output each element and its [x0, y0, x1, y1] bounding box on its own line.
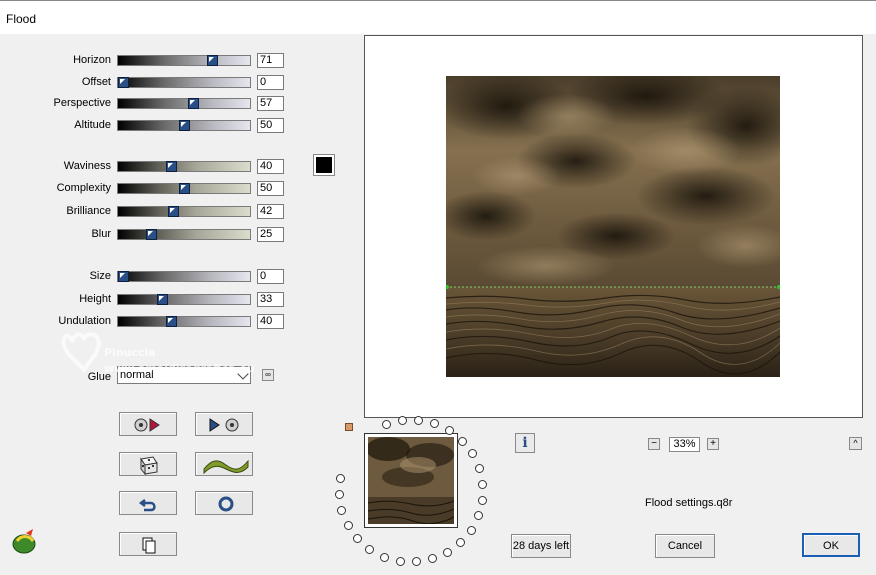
copy-button[interactable]	[119, 532, 177, 556]
dial-dot[interactable]	[379, 552, 389, 562]
dial-dot[interactable]	[466, 525, 476, 535]
undo-button[interactable]	[119, 491, 177, 515]
waviness-value-field[interactable]: 40	[257, 159, 284, 174]
horizon-slider[interactable]	[117, 55, 251, 66]
altitude-slider[interactable]	[117, 120, 251, 131]
wave-icon	[203, 459, 249, 475]
complexity-slider-thumb[interactable]	[179, 183, 190, 194]
perspective-label: Perspective	[53, 97, 111, 109]
complexity-label: Complexity	[56, 182, 111, 194]
random-button[interactable]	[119, 452, 177, 476]
zoom-level: 33%	[669, 437, 700, 452]
offset-value-field[interactable]: 0	[257, 75, 284, 90]
height-label: Height	[79, 293, 111, 305]
altitude-label: Altitude	[74, 119, 111, 131]
horizon-slider-thumb[interactable]	[207, 55, 218, 66]
dice-icon	[140, 456, 158, 476]
reset-button[interactable]	[195, 491, 253, 515]
horizon-label: Horizon	[73, 54, 111, 66]
complexity-slider[interactable]	[117, 183, 251, 194]
color-swatch[interactable]	[313, 154, 335, 176]
watermark: Pinuccia www.amaidiregrafica.eu	[61, 332, 255, 375]
height-slider[interactable]	[117, 294, 251, 305]
brilliance-label: Brilliance	[66, 205, 111, 217]
dial-dot[interactable]	[467, 449, 477, 459]
perspective-slider[interactable]	[117, 98, 251, 109]
waviness-slider-thumb[interactable]	[166, 161, 177, 172]
dial-dot[interactable]	[395, 556, 405, 566]
app-logo-icon	[12, 529, 36, 554]
dial-dot[interactable]	[397, 416, 407, 425]
circle-reset-icon	[218, 496, 234, 512]
offset-slider[interactable]	[117, 77, 251, 88]
trial-days-button[interactable]: 28 days left	[511, 534, 571, 558]
dial-dot[interactable]	[343, 521, 353, 531]
size-value-field[interactable]: 0	[257, 269, 284, 284]
dial-dot[interactable]	[457, 436, 467, 446]
size-slider[interactable]	[117, 271, 251, 282]
height-slider-thumb[interactable]	[157, 294, 168, 305]
perspective-slider-thumb[interactable]	[188, 98, 199, 109]
copy-pages-icon	[142, 537, 156, 554]
dial-dot[interactable]	[334, 490, 344, 500]
dial-dot[interactable]	[474, 463, 484, 473]
blur-slider[interactable]	[117, 229, 251, 240]
navigator-anchor[interactable]	[345, 423, 353, 431]
watermark-name: Pinuccia	[104, 346, 156, 359]
blur-value-field[interactable]: 25	[257, 227, 284, 242]
horizon-value-field[interactable]: 71	[257, 53, 284, 68]
dial-dot[interactable]	[456, 538, 465, 547]
waviness-slider[interactable]	[117, 161, 251, 172]
cancel-button[interactable]: Cancel	[655, 534, 715, 558]
altitude-slider-thumb[interactable]	[179, 120, 190, 131]
brilliance-slider-thumb[interactable]	[168, 206, 179, 217]
height-value-field[interactable]: 33	[257, 292, 284, 307]
window-title: Flood	[6, 12, 37, 26]
dial-dot[interactable]	[414, 415, 424, 425]
watermark-url: www.amaidiregrafica.eu	[104, 362, 255, 375]
chevron-up-icon[interactable]: ^	[849, 437, 862, 450]
play-film-reel-icon	[209, 418, 239, 432]
offset-slider-thumb[interactable]	[118, 77, 129, 88]
title-bar: Flood	[0, 0, 876, 34]
dial-dot[interactable]	[335, 474, 345, 484]
settings-file-name: Flood settings.q8r	[645, 497, 733, 509]
size-label: Size	[89, 270, 111, 282]
film-reel-play-red-icon	[134, 418, 160, 432]
altitude-value-field[interactable]: 50	[257, 118, 284, 133]
dial-dot[interactable]	[478, 479, 488, 489]
complexity-value-field[interactable]: 50	[257, 181, 284, 196]
navigator-thumbnail[interactable]	[364, 433, 458, 528]
navigator-image	[366, 437, 455, 525]
waviness-label: Waviness	[63, 160, 111, 172]
dial-dot[interactable]	[477, 495, 487, 505]
info-icon[interactable]: i	[515, 433, 535, 453]
preview-image[interactable]	[446, 76, 780, 377]
reset-next-button[interactable]	[195, 412, 253, 436]
undo-arrow-icon	[138, 499, 156, 512]
offset-label: Offset	[81, 76, 111, 88]
zoom-out-button[interactable]: −	[648, 438, 660, 450]
brilliance-slider[interactable]	[117, 206, 251, 217]
ok-button[interactable]: OK	[802, 533, 860, 557]
size-slider-thumb[interactable]	[118, 271, 129, 282]
zoom-in-button[interactable]: +	[707, 438, 719, 450]
perspective-value-field[interactable]: 57	[257, 96, 284, 111]
dial-dot[interactable]	[381, 419, 391, 429]
brilliance-value-field[interactable]: 42	[257, 204, 284, 219]
blur-slider-thumb[interactable]	[146, 229, 157, 240]
dial-dot[interactable]	[443, 547, 452, 557]
reset-previous-button[interactable]	[119, 412, 177, 436]
wave-button[interactable]	[195, 452, 253, 476]
blur-label: Blur	[91, 228, 111, 240]
